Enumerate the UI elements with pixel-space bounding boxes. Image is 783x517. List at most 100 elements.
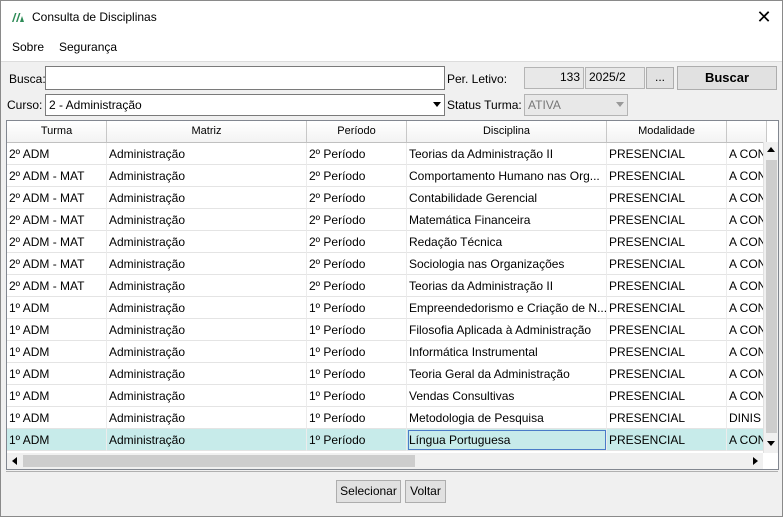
cell-extra[interactable]: A CON <box>727 385 767 407</box>
cell-extra[interactable]: A CON <box>727 209 767 231</box>
cell-disciplina[interactable]: Vendas Consultivas <box>407 385 607 407</box>
cell-periodo[interactable]: 2º Período <box>307 253 407 275</box>
cell-periodo[interactable]: 1º Período <box>307 363 407 385</box>
cell-modalidade[interactable]: PRESENCIAL <box>607 297 727 319</box>
table-row[interactable]: 1º ADM Administração 1º Período Teoria Gera… <box>7 363 767 385</box>
cell-extra[interactable]: A CON <box>727 143 767 165</box>
table-row[interactable]: 2º ADM - MAT Administração 2º Período Socio… <box>7 253 767 275</box>
cell-matriz[interactable]: Administração <box>107 385 307 407</box>
cell-disciplina[interactable]: Teorias da Administração II <box>407 275 607 297</box>
selecionar-button[interactable]: Selecionar <box>336 480 401 503</box>
cell-turma[interactable]: 1º ADM <box>7 385 107 407</box>
cell-extra[interactable]: A CON <box>727 187 767 209</box>
cell-disciplina[interactable]: Empreendedorismo e Criação de N... <box>407 297 607 319</box>
cell-periodo[interactable]: 2º Período <box>307 275 407 297</box>
cell-extra[interactable]: A CON <box>727 275 767 297</box>
cell-modalidade[interactable]: PRESENCIAL <box>607 143 727 165</box>
cell-turma[interactable]: 2º ADM <box>7 143 107 165</box>
table-row[interactable]: 1º ADM Administração 1º Período Empreendedo… <box>7 297 767 319</box>
scroll-left-icon[interactable] <box>12 457 17 465</box>
cell-matriz[interactable]: Administração <box>107 297 307 319</box>
column-header-disciplina[interactable]: Disciplina <box>407 121 607 142</box>
cell-extra[interactable]: A CON <box>727 363 767 385</box>
cell-turma[interactable]: 1º ADM <box>7 297 107 319</box>
cell-periodo[interactable]: 2º Período <box>307 187 407 209</box>
cell-modalidade[interactable]: PRESENCIAL <box>607 319 727 341</box>
cell-extra[interactable]: A CON <box>727 231 767 253</box>
table-row[interactable]: 2º ADM - MAT Administração 2º Período Teori… <box>7 275 767 297</box>
cell-turma[interactable]: 2º ADM - MAT <box>7 165 107 187</box>
cell-matriz[interactable]: Administração <box>107 275 307 297</box>
cell-disciplina[interactable]: Redação Técnica <box>407 231 607 253</box>
cell-extra[interactable]: DINIS <box>727 407 767 429</box>
table-row[interactable]: 1º ADM Administração 1º Período Vendas Cons… <box>7 385 767 407</box>
per-letivo-lookup-button[interactable]: ... <box>646 67 674 89</box>
cell-disciplina[interactable]: Informática Instrumental <box>407 341 607 363</box>
cell-periodo[interactable]: 1º Período <box>307 319 407 341</box>
cell-matriz[interactable]: Administração <box>107 253 307 275</box>
cell-disciplina[interactable]: Teoria Geral da Administração <box>407 363 607 385</box>
cell-matriz[interactable]: Administração <box>107 407 307 429</box>
cell-turma[interactable]: 1º ADM <box>7 363 107 385</box>
cell-turma[interactable]: 1º ADM <box>7 341 107 363</box>
buscar-button[interactable]: Buscar <box>677 66 777 90</box>
menu-sobre[interactable]: Sobre <box>12 40 44 54</box>
cell-disciplina[interactable]: Sociologia nas Organizações <box>407 253 607 275</box>
table-row[interactable]: 2º ADM - MAT Administração 2º Período Compo… <box>7 165 767 187</box>
curso-select[interactable]: 2 - Administração <box>45 94 445 116</box>
cell-disciplina[interactable]: Contabilidade Gerencial <box>407 187 607 209</box>
menu-seguranca[interactable]: Segurança <box>59 40 117 54</box>
cell-turma[interactable]: 1º ADM <box>7 319 107 341</box>
column-header-turma[interactable]: Turma <box>7 121 107 142</box>
cell-matriz[interactable]: Administração <box>107 429 307 451</box>
cell-matriz[interactable]: Administração <box>107 363 307 385</box>
table-row[interactable]: 1º ADM Administração 1º Período Informática… <box>7 341 767 363</box>
cell-disciplina[interactable]: Língua Portuguesa <box>407 429 607 451</box>
cell-extra[interactable]: A CON <box>727 319 767 341</box>
cell-disciplina[interactable]: Matemática Financeira <box>407 209 607 231</box>
voltar-button[interactable]: Voltar <box>405 480 446 503</box>
cell-disciplina[interactable]: Comportamento Humano nas Org... <box>407 165 607 187</box>
cell-turma[interactable]: 2º ADM - MAT <box>7 275 107 297</box>
cell-matriz[interactable]: Administração <box>107 187 307 209</box>
cell-extra[interactable]: A CON <box>727 341 767 363</box>
cell-periodo[interactable]: 2º Período <box>307 209 407 231</box>
table-row[interactable]: 2º ADM - MAT Administração 2º Período Redaç… <box>7 231 767 253</box>
cell-extra[interactable]: A CON <box>727 253 767 275</box>
horizontal-scrollbar[interactable] <box>7 453 763 469</box>
busca-input[interactable] <box>45 66 445 90</box>
vertical-scroll-thumb[interactable] <box>766 160 777 433</box>
horizontal-scroll-thumb[interactable] <box>23 455 415 467</box>
cell-modalidade[interactable]: PRESENCIAL <box>607 385 727 407</box>
cell-periodo[interactable]: 1º Período <box>307 297 407 319</box>
column-header-modalidade[interactable]: Modalidade <box>607 121 727 142</box>
cell-disciplina[interactable]: Metodologia de Pesquisa <box>407 407 607 429</box>
table-row[interactable]: 2º ADM Administração 2º Período Teorias da … <box>7 143 767 165</box>
cell-turma[interactable]: 2º ADM - MAT <box>7 209 107 231</box>
cell-extra[interactable]: A CON <box>727 165 767 187</box>
close-button[interactable]: ✕ <box>747 5 781 29</box>
cell-matriz[interactable]: Administração <box>107 209 307 231</box>
table-row[interactable]: 1º ADM Administração 1º Período Metodologia… <box>7 407 767 429</box>
cell-disciplina[interactable]: Teorias da Administração II <box>407 143 607 165</box>
cell-modalidade[interactable]: PRESENCIAL <box>607 231 727 253</box>
column-header-matriz[interactable]: Matriz <box>107 121 307 142</box>
cell-modalidade[interactable]: PRESENCIAL <box>607 275 727 297</box>
column-header-extra[interactable] <box>727 121 767 142</box>
scroll-up-icon[interactable] <box>767 147 775 152</box>
cell-matriz[interactable]: Administração <box>107 319 307 341</box>
cell-turma[interactable]: 1º ADM <box>7 407 107 429</box>
cell-modalidade[interactable]: PRESENCIAL <box>607 363 727 385</box>
cell-modalidade[interactable]: PRESENCIAL <box>607 429 727 451</box>
cell-turma[interactable]: 2º ADM - MAT <box>7 187 107 209</box>
cell-periodo[interactable]: 1º Período <box>307 407 407 429</box>
table-row[interactable]: 2º ADM - MAT Administração 2º Período Conta… <box>7 187 767 209</box>
cell-extra[interactable]: A CON <box>727 297 767 319</box>
cell-periodo[interactable]: 1º Período <box>307 341 407 363</box>
cell-turma[interactable]: 2º ADM - MAT <box>7 231 107 253</box>
cell-modalidade[interactable]: PRESENCIAL <box>607 407 727 429</box>
vertical-scrollbar[interactable] <box>763 142 778 453</box>
cell-turma[interactable]: 1º ADM <box>7 429 107 451</box>
table-row[interactable]: 1º ADM Administração 1º Período Língua Port… <box>7 429 767 451</box>
cell-matriz[interactable]: Administração <box>107 143 307 165</box>
